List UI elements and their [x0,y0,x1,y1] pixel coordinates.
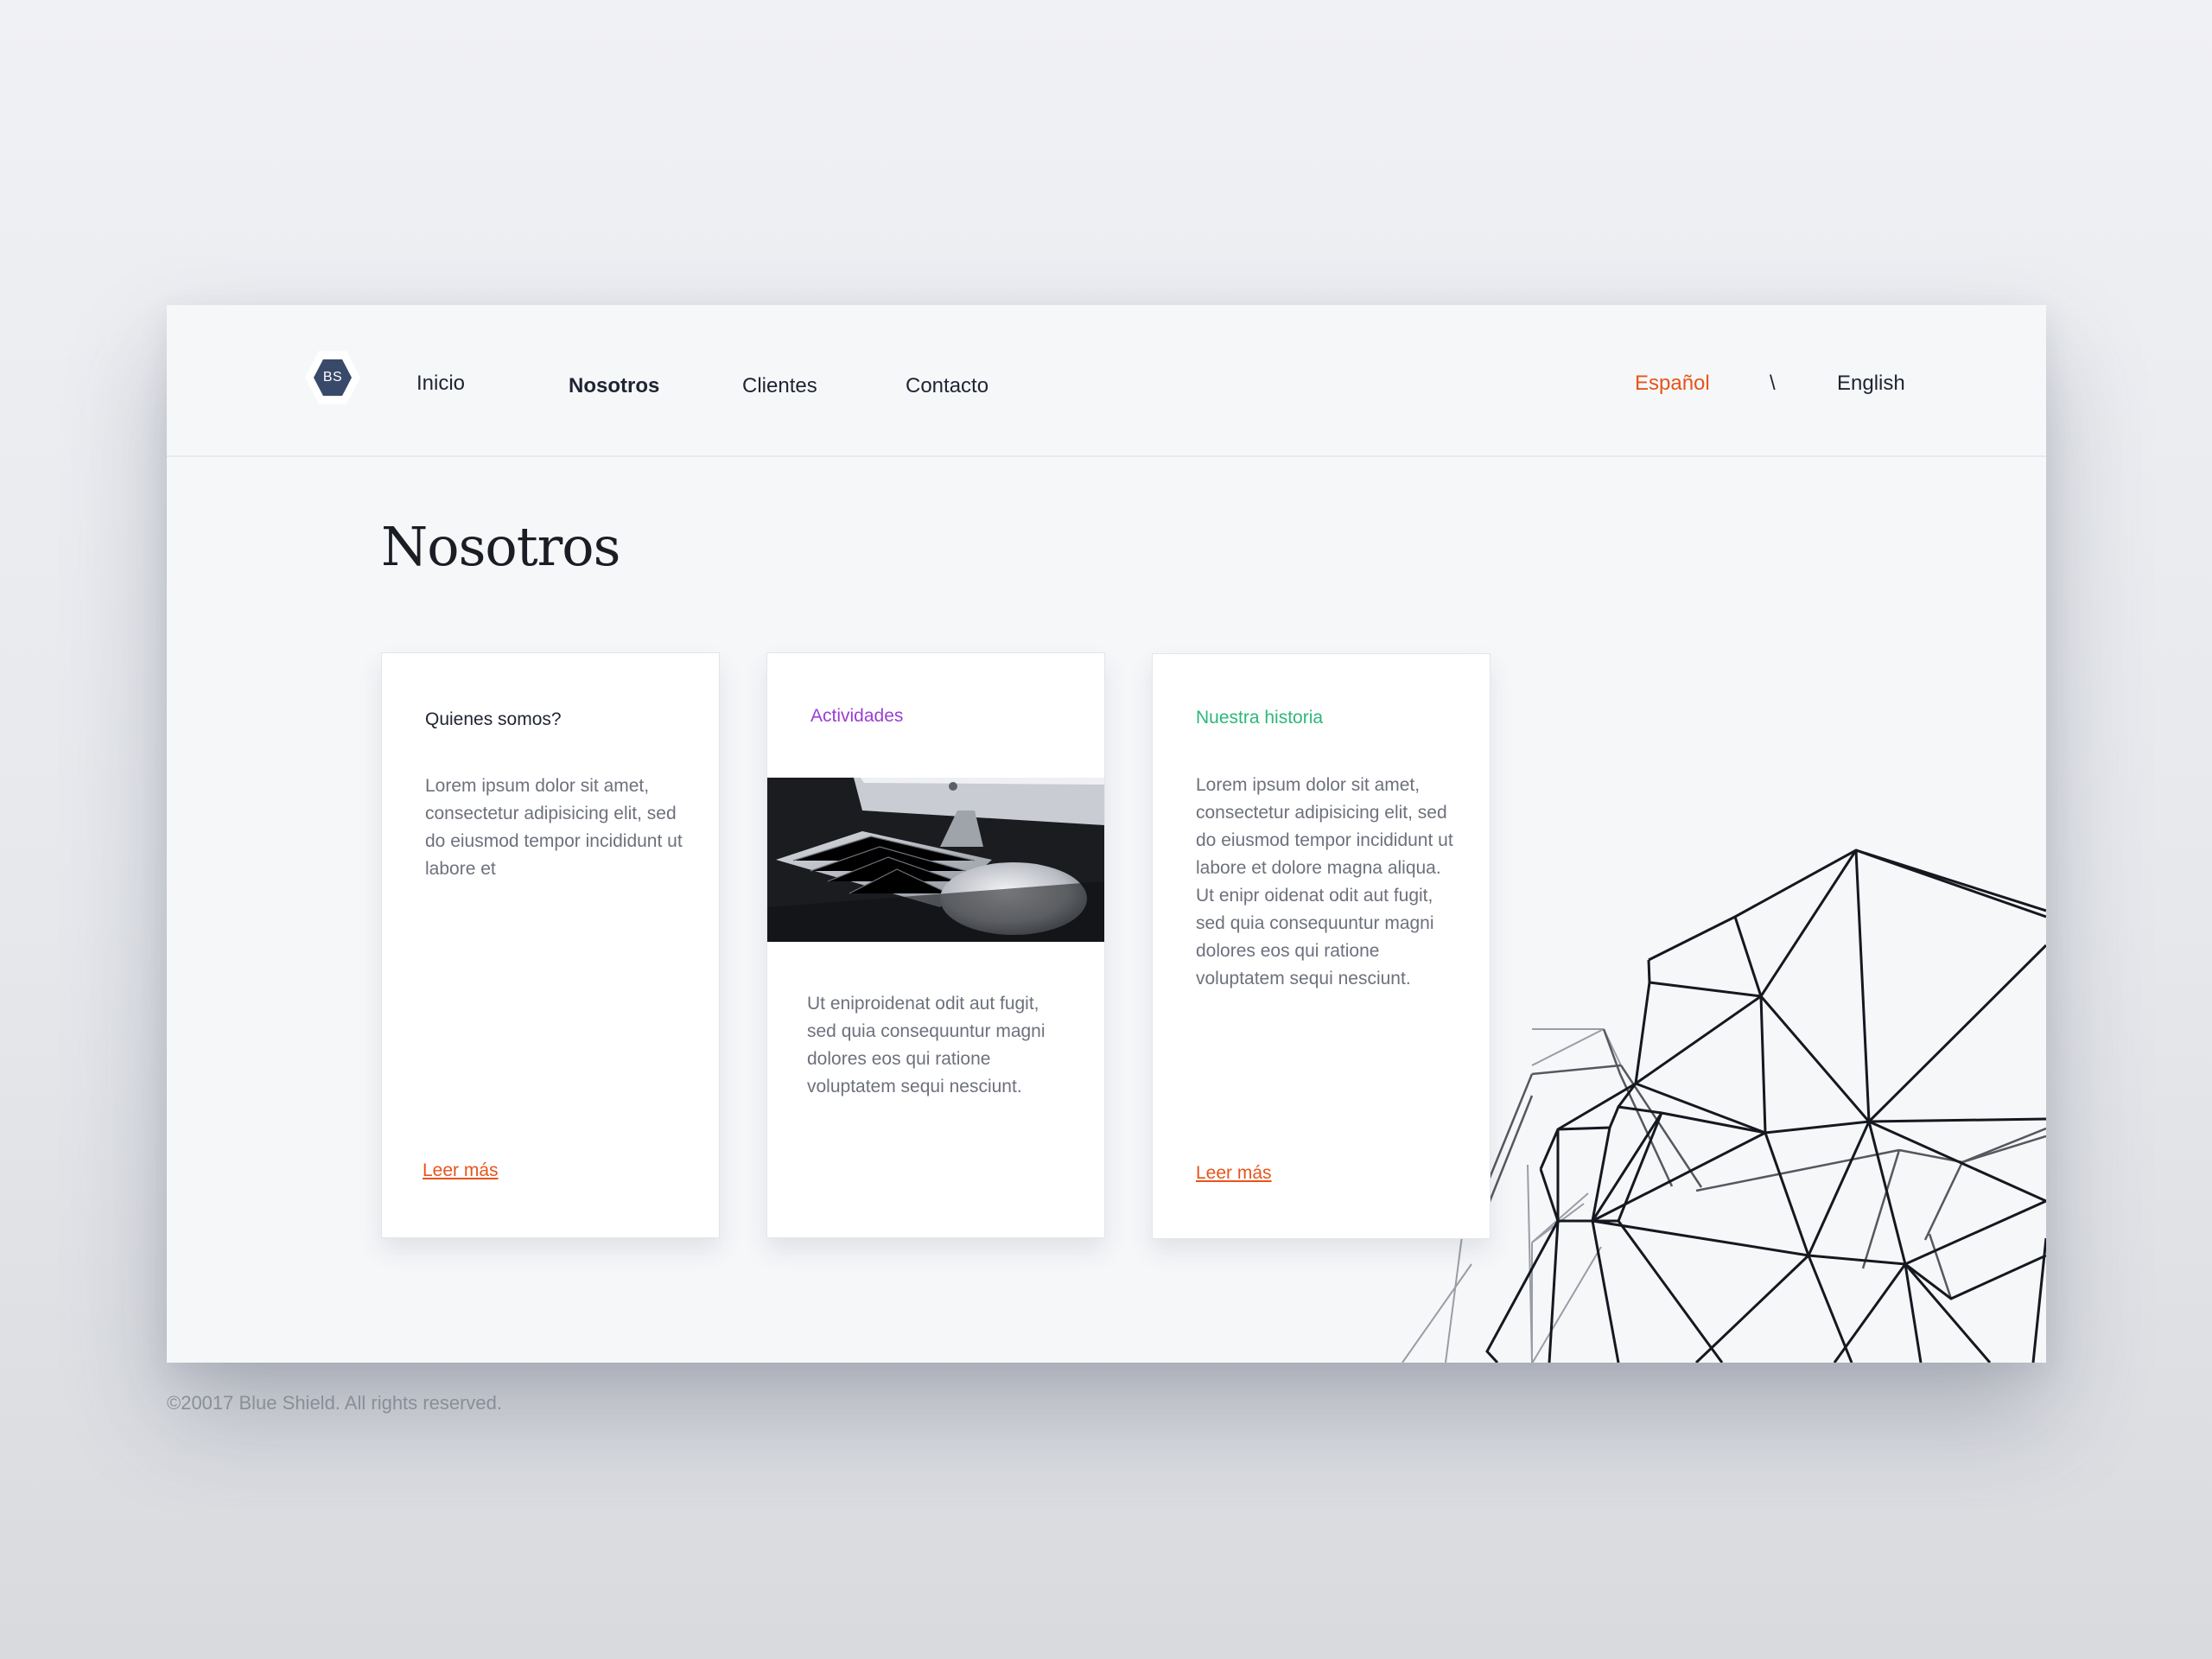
card-title: Actividades [810,706,904,726]
card-actividades: Actividades Ut eniproidenat odit aut fug… [766,652,1105,1238]
card-description: Lorem ipsum dolor sit amet, consectetur … [425,776,683,879]
nav-item-contacto[interactable]: Contacto [906,373,988,399]
read-more-link[interactable]: Leer más [423,1160,499,1182]
card-title: Quienes somos? [425,709,562,729]
card-quienes-somos: Quienes somos? Lorem ipsum dolor sit ame… [381,652,720,1238]
card-description: Ut eniproidenat odit aut fugit, sed quia… [807,994,1046,1096]
photo-illustration [767,778,1104,942]
footer-copyright: ©20017 Blue Shield. All rights reserved. [167,1392,502,1414]
brand-logo[interactable]: BS [305,351,360,404]
page-title: Nosotros [381,515,620,578]
browser-window: BS Inicio Nosotros Clientes Contacto Esp… [167,305,2046,1363]
language-english[interactable]: English [1837,371,1905,397]
card-title: Nuestra historia [1196,708,1324,728]
read-more-link[interactable]: Leer más [1196,1162,1272,1185]
card-description: Lorem ipsum dolor sit amet, consectetur … [1196,775,1453,988]
nav-item-clientes[interactable]: Clientes [742,373,817,399]
logo-hexagon-icon: BS [314,359,352,397]
logo-text: BS [322,370,343,385]
top-navigation-bar: BS Inicio Nosotros Clientes Contacto Esp… [167,305,2046,457]
card-nuestra-historia: Nuestra historia Lorem ipsum dolor sit a… [1152,653,1491,1239]
language-espanol[interactable]: Español [1635,371,1710,397]
nav-item-nosotros[interactable]: Nosotros [569,373,659,399]
language-separator: \ [1770,372,1776,395]
nav-item-inicio[interactable]: Inicio [416,371,465,397]
computer-keyboard-mouse-photo [767,778,1104,942]
